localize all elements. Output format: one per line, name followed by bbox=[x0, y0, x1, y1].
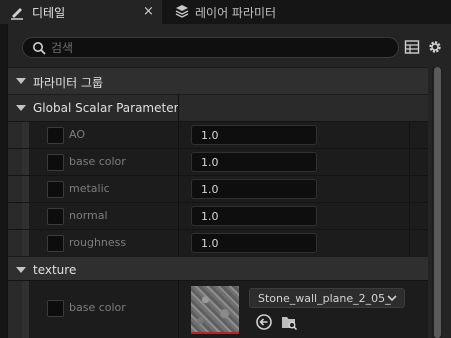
section-global-scalar-label: Global Scalar Parameter V bbox=[33, 101, 181, 115]
tab-layer-parameters[interactable]: 레이어 파라미터 bbox=[166, 0, 316, 24]
row-indent-guide bbox=[22, 176, 29, 202]
chevron-down-icon bbox=[387, 295, 397, 302]
collapse-arrow-icon[interactable] bbox=[16, 78, 26, 84]
param-row-normal: normal 1.0 bbox=[8, 202, 428, 229]
override-checkbox[interactable] bbox=[47, 127, 64, 144]
param-label: base color bbox=[69, 301, 126, 314]
tab-details-label: 디테일 bbox=[32, 6, 66, 20]
param-row-base-color: base color 1.0 bbox=[8, 148, 428, 175]
column-divider bbox=[178, 149, 179, 175]
param-row-roughness: roughness 1.0 bbox=[8, 229, 428, 256]
arrow-left-circle-icon[interactable] bbox=[255, 313, 273, 331]
asset-name: Stone_wall_plane_2_05_ bbox=[258, 292, 391, 305]
column-divider bbox=[178, 203, 179, 229]
column-divider bbox=[178, 176, 179, 202]
section-texture-label: texture bbox=[33, 263, 77, 277]
collapse-arrow-icon[interactable] bbox=[16, 267, 26, 273]
column-divider bbox=[409, 176, 410, 202]
browse-folder-icon[interactable] bbox=[280, 313, 298, 331]
search-box[interactable] bbox=[22, 37, 399, 58]
param-label: base color bbox=[69, 155, 126, 168]
tab-layer-parameters-label: 레이어 파라미터 bbox=[195, 6, 277, 20]
param-value-field[interactable]: 1.0 bbox=[191, 125, 317, 145]
param-label: metalic bbox=[69, 182, 110, 195]
override-checkbox[interactable] bbox=[47, 235, 64, 252]
column-divider bbox=[178, 281, 179, 338]
pencil-icon bbox=[11, 8, 23, 20]
column-divider bbox=[409, 203, 410, 229]
search-input[interactable] bbox=[51, 39, 381, 56]
texture-thumbnail[interactable] bbox=[191, 286, 239, 334]
row-indent-guide bbox=[22, 281, 29, 338]
layers-icon bbox=[175, 5, 189, 18]
row-indent-guide bbox=[22, 230, 29, 256]
tab-details[interactable]: 디테일 × bbox=[0, 0, 162, 24]
section-parameter-groups[interactable]: 파라미터 그룹 bbox=[8, 67, 428, 94]
scrollbar-thumb[interactable] bbox=[434, 67, 441, 338]
texture-param-row: base color Stone_wall_plane_2_05_ bbox=[8, 280, 428, 338]
column-divider bbox=[409, 122, 410, 148]
table-view-icon[interactable] bbox=[404, 39, 420, 55]
row-indent-guide bbox=[22, 203, 29, 229]
column-divider bbox=[178, 230, 179, 256]
column-divider bbox=[409, 149, 410, 175]
override-checkbox[interactable] bbox=[47, 154, 64, 171]
param-value-field[interactable]: 1.0 bbox=[191, 206, 317, 226]
section-parameter-groups-label: 파라미터 그룹 bbox=[33, 76, 104, 90]
param-label: AO bbox=[69, 128, 85, 141]
section-global-scalar[interactable]: Global Scalar Parameter V bbox=[8, 94, 428, 122]
row-indent-guide bbox=[22, 122, 29, 148]
override-checkbox[interactable] bbox=[47, 300, 64, 317]
param-value-field[interactable]: 1.0 bbox=[191, 233, 317, 253]
param-label: normal bbox=[69, 209, 108, 222]
section-texture[interactable]: texture bbox=[8, 256, 428, 283]
row-indent-guide bbox=[22, 149, 29, 175]
column-divider bbox=[178, 95, 179, 122]
close-tab-icon[interactable]: × bbox=[143, 4, 154, 19]
tab-bar: 디테일 × 레이어 파라미터 bbox=[0, 0, 451, 24]
details-panel: 파라미터 그룹 Global Scalar Parameter V AO 1.0… bbox=[7, 24, 451, 338]
collapse-arrow-icon[interactable] bbox=[16, 105, 26, 111]
param-row-ao: AO 1.0 bbox=[8, 121, 428, 148]
gear-icon[interactable] bbox=[427, 39, 443, 55]
param-value-field[interactable]: 1.0 bbox=[191, 152, 317, 172]
param-row-metalic: metalic 1.0 bbox=[8, 175, 428, 202]
column-divider bbox=[178, 122, 179, 148]
asset-picker-dropdown[interactable]: Stone_wall_plane_2_05_ bbox=[249, 288, 405, 308]
param-value-field[interactable]: 1.0 bbox=[191, 179, 317, 199]
search-icon bbox=[33, 42, 46, 55]
param-label: roughness bbox=[69, 236, 127, 249]
override-checkbox[interactable] bbox=[47, 208, 64, 225]
column-divider bbox=[409, 230, 410, 256]
override-checkbox[interactable] bbox=[47, 181, 64, 198]
